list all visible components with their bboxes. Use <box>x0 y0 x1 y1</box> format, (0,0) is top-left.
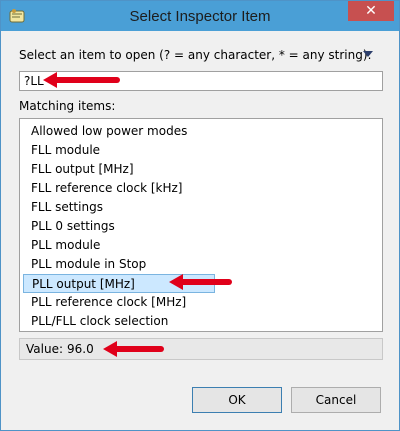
list-item[interactable]: PLL reference clock [MHz] <box>23 293 215 312</box>
list-item[interactable]: PLL/FLL clock selection <box>23 312 215 331</box>
cancel-button[interactable]: Cancel <box>291 387 381 413</box>
annotation-arrow <box>169 274 232 290</box>
annotation-arrow <box>103 341 164 357</box>
list-item[interactable]: PLL module <box>23 236 215 255</box>
value-label: Value: <box>26 342 63 356</box>
button-bar: OK Cancel <box>9 383 391 424</box>
list-item[interactable]: FLL module <box>23 141 215 160</box>
dialog-window: Select Inspector Item ✕ Select an item t… <box>0 0 400 431</box>
prompt-label: Select an item to open (? = any characte… <box>19 48 372 62</box>
list-item[interactable]: Allowed low power modes <box>23 122 215 141</box>
matching-items-label: Matching items: <box>19 99 116 113</box>
window-title: Select Inspector Item <box>129 8 271 25</box>
ok-button[interactable]: OK <box>192 387 282 413</box>
value-text: 96.0 <box>67 342 94 356</box>
matching-items-list[interactable]: Allowed low power modes FLL module FLL out… <box>19 118 383 332</box>
dialog-content: Select an item to open (? = any characte… <box>9 31 391 424</box>
list-item[interactable]: FLL output [MHz] <box>23 160 215 179</box>
close-icon[interactable]: ✕ <box>348 1 394 21</box>
list-item[interactable]: FLL reference clock [kHz] <box>23 179 215 198</box>
list-item[interactable]: PLL 0 settings <box>23 217 215 236</box>
annotation-arrow <box>43 72 120 88</box>
menu-arrow-icon[interactable] <box>363 51 373 57</box>
titlebar[interactable]: Select Inspector Item ✕ <box>1 1 399 31</box>
value-status: Value: 96.0 <box>19 338 383 360</box>
list-item[interactable]: FLL settings <box>23 198 215 217</box>
